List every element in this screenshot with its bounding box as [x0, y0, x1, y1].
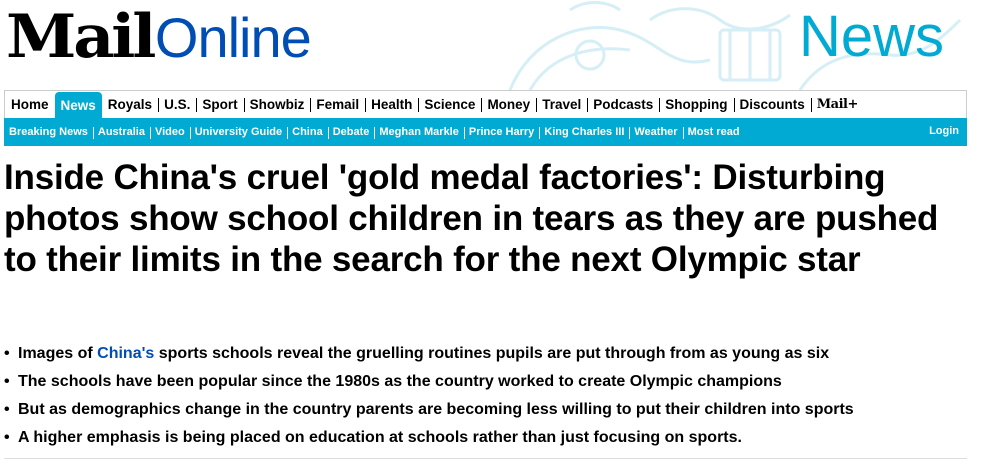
nav-femail[interactable]: Femail [310, 91, 365, 118]
bullet-dot-icon: • [4, 429, 10, 446]
nav-health[interactable]: Health [365, 91, 418, 118]
logo-mail-wordmark: Mail [6, 2, 156, 72]
summary-bullet: • The schools have been popular since th… [4, 368, 964, 396]
bullet-text: The schools have been popular since the … [18, 373, 782, 390]
nav-mail-plus[interactable]: Mail+ [810, 91, 864, 118]
nav-travel[interactable]: Travel [536, 91, 587, 118]
secondary-nav: Breaking News Australia Video University… [4, 118, 967, 146]
nav-shopping[interactable]: Shopping [659, 91, 733, 118]
subnav-meghan-markle[interactable]: Meghan Markle [374, 126, 463, 139]
bullet-dot-icon: • [4, 345, 10, 362]
nav-science[interactable]: Science [418, 91, 481, 118]
subnav-australia[interactable]: Australia [92, 126, 150, 139]
channel-title[interactable]: News [799, 2, 944, 72]
nav-discounts[interactable]: Discounts [733, 91, 811, 118]
login-link[interactable]: Login [929, 125, 959, 137]
summary-bullet: • But as demographics change in the coun… [4, 396, 964, 424]
nav-money[interactable]: Money [481, 91, 536, 118]
site-logo[interactable]: Mail Online [6, 2, 312, 72]
china-topic-link[interactable]: China's [97, 345, 154, 362]
article-headline: Inside China's cruel 'gold medal factori… [4, 158, 939, 279]
summary-bullet: • A higher emphasis is being placed on e… [4, 424, 964, 452]
nav-sport[interactable]: Sport [196, 91, 243, 118]
article-summary-bullets: • Images of China's sports schools revea… [4, 340, 964, 452]
bullet-text: But as demographics change in the countr… [18, 401, 854, 418]
subnav-breaking-news[interactable]: Breaking News [4, 126, 93, 138]
nav-showbiz[interactable]: Showbiz [243, 91, 311, 118]
divider [4, 458, 967, 459]
subnav-university-guide[interactable]: University Guide [189, 126, 287, 139]
nav-us[interactable]: U.S. [158, 91, 196, 118]
nav-podcasts[interactable]: Podcasts [587, 91, 659, 118]
subnav-king-charles-iii[interactable]: King Charles III [539, 126, 629, 139]
logo-online-wordmark: Online [154, 6, 312, 69]
bullet-text: sports schools reveal the gruelling rout… [154, 345, 830, 362]
subnav-china[interactable]: China [287, 126, 328, 139]
subnav-weather[interactable]: Weather [629, 126, 682, 139]
bullet-dot-icon: • [4, 373, 10, 390]
summary-bullet: • Images of China's sports schools revea… [4, 340, 964, 368]
subnav-debate[interactable]: Debate [327, 126, 375, 139]
subnav-most-read[interactable]: Most read [682, 126, 745, 139]
primary-nav: Home News Royals U.S. Sport Showbiz Fema… [4, 90, 967, 118]
bullet-text: Images of [18, 345, 98, 362]
bullet-text: A higher emphasis is being placed on edu… [18, 429, 742, 446]
masthead: Mail Online News [0, 0, 995, 90]
nav-news[interactable]: News [54, 92, 102, 118]
subnav-video[interactable]: Video [149, 126, 190, 139]
bullet-dot-icon: • [4, 401, 10, 418]
nav-royals[interactable]: Royals [102, 91, 158, 118]
nav-home[interactable]: Home [5, 91, 55, 118]
subnav-prince-harry[interactable]: Prince Harry [463, 126, 539, 139]
